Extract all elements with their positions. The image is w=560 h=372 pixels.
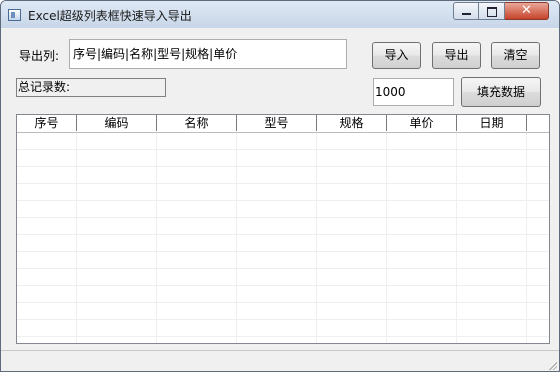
data-list-view[interactable]: 序号 编码 名称 型号 规格 单价 日期 [16,114,550,344]
maximize-icon [487,7,497,17]
app-window: Excel超级列表框快速导入导出 ✕ 导出列: 序号|编码|名称|型号|规格|单… [0,0,560,372]
minimize-button[interactable] [453,2,479,20]
list-header: 序号 编码 名称 型号 规格 单价 日期 [17,115,549,133]
column-header-index[interactable]: 序号 [17,115,77,131]
list-body[interactable] [17,133,549,343]
status-bar [1,350,559,371]
close-icon: ✕ [521,3,532,18]
fill-data-button[interactable]: 填充数据 [461,77,541,107]
title-bar[interactable]: Excel超级列表框快速导入导出 ✕ [1,1,559,28]
total-records-display: 总记录数: [16,78,166,97]
fill-count-input[interactable]: 1000 [373,78,454,106]
export-columns-label: 导出列: [19,49,60,63]
close-button[interactable]: ✕ [505,2,549,20]
minimize-icon [462,13,471,15]
export-columns-input[interactable]: 序号|编码|名称|型号|规格|单价 [69,39,347,69]
maximize-button[interactable] [479,2,505,20]
app-icon[interactable] [8,9,21,21]
column-header-name[interactable]: 名称 [157,115,237,131]
column-header-code[interactable]: 编码 [77,115,157,131]
column-header-model[interactable]: 型号 [237,115,317,131]
column-header-date[interactable]: 日期 [457,115,527,131]
column-header-filler [527,115,549,131]
resize-grip-icon[interactable] [547,360,557,370]
export-button[interactable]: 导出 [432,42,481,69]
window-title: Excel超级列表框快速导入导出 [28,9,192,23]
column-header-price[interactable]: 单价 [387,115,457,131]
clear-button[interactable]: 清空 [491,42,540,69]
column-header-spec[interactable]: 规格 [317,115,387,131]
import-button[interactable]: 导入 [372,42,421,69]
